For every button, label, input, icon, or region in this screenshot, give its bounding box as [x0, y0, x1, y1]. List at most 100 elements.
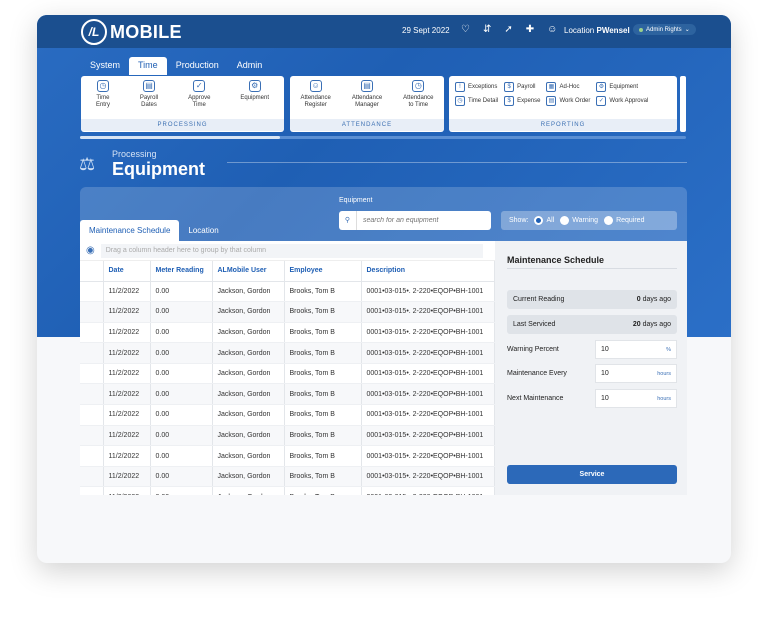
current-reading-value-group: 0 days ago	[637, 296, 671, 303]
row-gutter[interactable]	[80, 342, 104, 364]
radio-label: Warning	[572, 217, 599, 224]
date-cell: 11/2/2022	[103, 466, 151, 488]
table-row[interactable]: 11/2/20220.00Jackson, GordonBrooks, Tom …	[80, 425, 495, 447]
eye-icon[interactable]: ◉	[86, 245, 95, 256]
table-row[interactable]: 11/2/20220.00Jackson, GordonBrooks, Tom …	[80, 322, 495, 344]
forklift-icon: ⚙	[248, 80, 261, 92]
column-header-date[interactable]: Date	[103, 261, 151, 282]
row-gutter[interactable]	[80, 466, 104, 488]
table-row[interactable]: 11/2/20220.00Jackson, GordonBrooks, Tom …	[80, 486, 495, 495]
app-logo[interactable]: /L MOBILE	[81, 19, 182, 45]
report-work-order[interactable]: ▤ Work Order	[546, 96, 590, 106]
tab-time[interactable]: Time	[129, 57, 167, 75]
data-table: Date Meter Reading ALMobile User Employe…	[80, 261, 495, 495]
service-button[interactable]: Service	[507, 465, 677, 484]
rights-badge[interactable]: Admin Rights ⌄	[633, 24, 696, 35]
row-gutter[interactable]	[80, 322, 104, 344]
warning-percent-field[interactable]: 10%	[595, 340, 677, 359]
warning-percent-value: 10	[601, 346, 609, 353]
report-payroll[interactable]: $ Payroll	[504, 82, 540, 92]
row-gutter[interactable]	[80, 281, 104, 303]
row-gutter[interactable]	[80, 445, 104, 467]
report-time-detail[interactable]: ◷ Time Detail	[455, 96, 498, 106]
user-settings-icon[interactable]: ☺	[547, 24, 557, 36]
maintenance-every-label: Maintenance Every	[507, 370, 567, 377]
table-row[interactable]: 11/2/20220.00Jackson, GordonBrooks, Tom …	[80, 342, 495, 364]
document-icon: ▤	[546, 96, 557, 106]
ribbon-label: Attendance Manager	[351, 95, 383, 108]
maintenance-schedule-panel: Maintenance Schedule Current Reading 0 d…	[495, 241, 687, 495]
radio-button[interactable]	[534, 216, 544, 225]
date-cell: 11/2/2022	[103, 322, 151, 344]
report-work-approval[interactable]: ✓ Work Approval	[596, 96, 648, 106]
search-icon[interactable]: ⚲	[339, 211, 357, 230]
column-header-description[interactable]: Description	[361, 261, 495, 282]
tab-production[interactable]: Production	[167, 57, 228, 75]
document-check-icon: ✓	[596, 96, 607, 106]
tab-maintenance-schedule[interactable]: Maintenance Schedule	[80, 220, 180, 241]
ribbon-scrollbar[interactable]	[80, 136, 686, 139]
tab-admin[interactable]: Admin	[228, 57, 272, 75]
user-check-icon: ☺	[309, 80, 322, 92]
description-cell: 0001•03-015•. 2-220•EQOP•BH-1001	[361, 322, 495, 344]
report-label: Payroll	[517, 84, 536, 90]
maintenance-every-field[interactable]: 10 hours	[595, 364, 677, 383]
row-gutter[interactable]	[80, 363, 104, 385]
report-label: Expense	[517, 98, 541, 104]
tab-location[interactable]: Location	[179, 220, 227, 241]
next-maintenance-field[interactable]: 10 hours	[595, 389, 677, 408]
row-gutter[interactable]	[80, 404, 104, 426]
row-gutter[interactable]	[80, 301, 104, 323]
column-header-meter-reading[interactable]: Meter Reading	[150, 261, 213, 282]
column-header-employee[interactable]: Employee	[284, 261, 362, 282]
receipt-icon: $	[504, 96, 515, 106]
table-row[interactable]: 11/2/20220.00Jackson, GordonBrooks, Tom …	[80, 466, 495, 488]
row-gutter[interactable]	[80, 486, 104, 495]
table-row[interactable]: 11/2/20220.00Jackson, GordonBrooks, Tom …	[80, 281, 495, 303]
report-expense[interactable]: $ Expense	[504, 96, 540, 106]
table-row[interactable]: 11/2/20220.00Jackson, GordonBrooks, Tom …	[80, 445, 495, 467]
table-row[interactable]: 11/2/20220.00Jackson, GordonBrooks, Tom …	[80, 383, 495, 406]
almobile-user-cell: Jackson, Gordon	[212, 342, 285, 364]
description-cell: 0001•03-015•. 2-220•EQOP•BH-1001	[361, 466, 495, 488]
column-header-almobile-user[interactable]: ALMobile User	[212, 261, 285, 282]
description-cell: 0001•03-015•. 2-220•EQOP•BH-1001	[361, 383, 495, 406]
row-gutter[interactable]	[80, 425, 104, 447]
run-icon[interactable]: ➚	[504, 24, 512, 36]
employee-cell: Brooks, Tom B	[284, 322, 362, 344]
radio-button[interactable]	[560, 216, 570, 225]
warning-percent-unit: %	[666, 346, 671, 353]
maintenance-every-value: 10	[601, 370, 609, 377]
almobile-user-cell: Jackson, Gordon	[212, 425, 285, 447]
group-drop-zone[interactable]: Drag a column header here to group by th…	[100, 243, 483, 258]
table-row[interactable]: 11/2/20220.00Jackson, GordonBrooks, Tom …	[80, 404, 495, 426]
scrollbar-thumb[interactable]	[80, 136, 280, 139]
current-reading-unit: days ago	[642, 296, 671, 303]
filter-required[interactable]: Required	[604, 216, 644, 225]
current-date: 29 Sept 2022	[402, 26, 450, 35]
radio-button[interactable]	[604, 216, 614, 225]
report-exceptions[interactable]: ! Exceptions	[455, 82, 498, 92]
add-user-icon[interactable]: ✚	[526, 24, 534, 36]
date-cell: 11/2/2022	[103, 425, 151, 447]
table-header-row: Date Meter Reading ALMobile User Employe…	[80, 261, 495, 282]
warning-percent-label: Warning Percent	[507, 346, 559, 353]
bell-icon[interactable]: ♡	[461, 24, 470, 36]
description-cell: 0001•03-015•. 2-220•EQOP•BH-1001	[361, 425, 495, 447]
filter-all[interactable]: All	[534, 216, 554, 225]
description-cell: 0001•03-015•. 2-220•EQOP•BH-1001	[361, 301, 495, 323]
report-ad-hoc[interactable]: ▦ Ad-Hoc	[546, 82, 590, 92]
route-icon[interactable]: ⇵	[483, 24, 491, 36]
filter-warning[interactable]: Warning	[560, 216, 598, 225]
processing-section-label: PROCESSING	[81, 119, 284, 131]
description-cell: 0001•03-015•. 2-220•EQOP•BH-1001	[361, 486, 495, 495]
row-gutter[interactable]	[80, 383, 104, 406]
location-display[interactable]: Location PWensel	[564, 26, 630, 35]
table-row[interactable]: 11/2/20220.00Jackson, GordonBrooks, Tom …	[80, 363, 495, 385]
logo-text: MOBILE	[110, 21, 182, 42]
tab-system[interactable]: System	[81, 57, 129, 75]
table-row[interactable]: 11/2/20220.00Jackson, GordonBrooks, Tom …	[80, 301, 495, 323]
report-equipment[interactable]: ⚙ Equipment	[596, 82, 648, 92]
next-maintenance-unit: hours	[657, 395, 671, 402]
equipment-search-input[interactable]	[357, 217, 482, 224]
